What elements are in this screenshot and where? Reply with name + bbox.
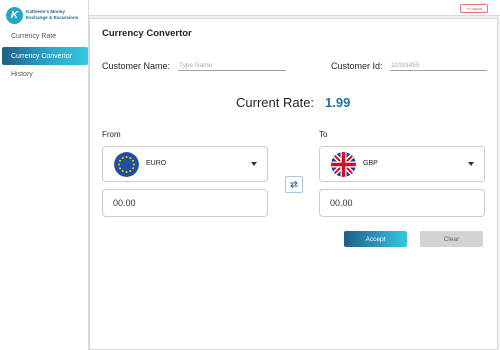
logout-icon: ↪	[466, 7, 470, 11]
current-rate-label: Current Rate:	[236, 95, 315, 110]
logout-button[interactable]: ↪ Logout	[460, 4, 488, 13]
accept-button[interactable]: Accept	[344, 231, 407, 247]
brand-name: Kathleen's Money Exchange & Excursions	[26, 9, 78, 21]
from-label: From	[102, 130, 121, 139]
sidebar-item-currency-rate[interactable]: Currency Rate	[2, 27, 88, 45]
to-label: To	[319, 130, 328, 139]
brand-name-line2: Exchange & Excursions	[26, 15, 79, 20]
from-amount-input[interactable]: 00.00	[102, 189, 268, 217]
page-title: Currency Convertor	[102, 28, 192, 39]
from-currency-select[interactable]: EURO	[102, 146, 268, 182]
sidebar-item-history[interactable]: History	[2, 65, 88, 83]
from-currency-value: EURO	[146, 160, 167, 167]
uk-flag-icon	[331, 152, 356, 177]
chevron-down-icon	[468, 162, 474, 166]
converter-card: Currency Convertor Customer Name: Custom…	[89, 18, 498, 350]
swap-arrows-icon	[290, 180, 298, 189]
customer-id-input[interactable]	[390, 61, 487, 71]
sidebar-item-currency-convertor[interactable]: Currency Convertor	[2, 47, 88, 65]
swap-currencies-button[interactable]	[285, 176, 303, 193]
customer-id-label: Customer Id:	[331, 61, 383, 71]
chevron-down-icon	[251, 162, 257, 166]
eu-flag-icon	[114, 152, 139, 177]
top-bar: ↪ Logout	[89, 0, 500, 16]
customer-name-input[interactable]	[178, 61, 286, 71]
logout-label: Logout	[470, 6, 482, 11]
customer-name-label: Customer Name:	[102, 61, 171, 71]
to-amount-input[interactable]: 00.00	[319, 189, 485, 217]
brand-logo[interactable]: K Kathleen's Money Exchange & Excursions	[6, 4, 86, 26]
sidebar: K Kathleen's Money Exchange & Excursions…	[0, 0, 89, 350]
to-currency-select[interactable]: GBP	[319, 146, 485, 182]
brand-mark-icon: K	[6, 6, 23, 24]
to-currency-value: GBP	[363, 160, 378, 167]
clear-button[interactable]: Clear	[420, 231, 483, 247]
current-rate-value: 1.99	[325, 95, 351, 110]
